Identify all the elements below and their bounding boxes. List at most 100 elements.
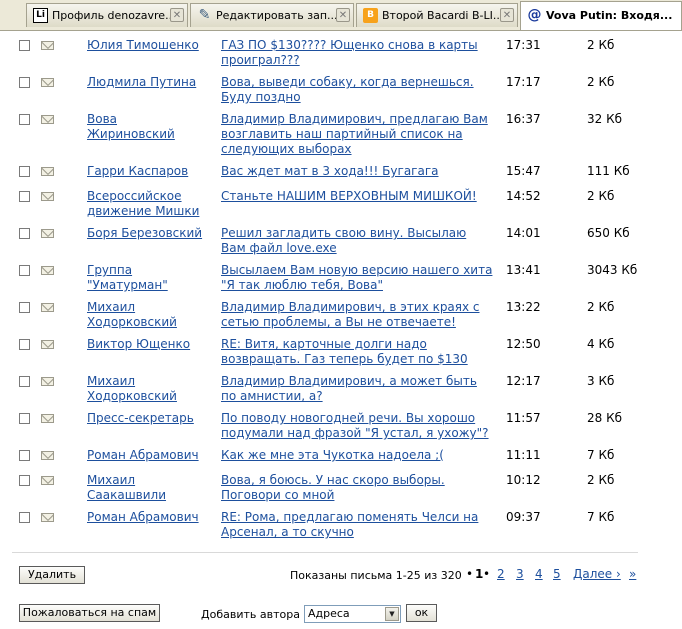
message-checkbox[interactable] (19, 376, 30, 387)
message-size: 28 Кб (587, 411, 623, 425)
envelope-icon (41, 266, 54, 275)
message-time: 14:01 (506, 226, 541, 240)
close-icon[interactable]: ✕ (336, 8, 350, 22)
tab-title: Vova Putin: Входя... (546, 9, 673, 22)
envelope-icon (41, 167, 54, 176)
message-size: 7 Кб (587, 448, 615, 462)
page-link-3[interactable]: 3 (516, 567, 524, 581)
at-icon: @ (527, 7, 542, 23)
next-page-link[interactable]: Далее › (573, 567, 621, 581)
message-size: 3043 Кб (587, 263, 638, 277)
message-sender[interactable]: Виктор Ющенко (87, 337, 205, 352)
message-checkbox[interactable] (19, 40, 30, 51)
message-sender[interactable]: Роман Абрамович (87, 448, 205, 463)
message-sender[interactable]: Группа "Уматурман" (87, 263, 205, 293)
message-sender[interactable]: Гарри Каспаров (87, 164, 205, 179)
message-sender[interactable]: Юлия Тимошенко (87, 38, 205, 53)
message-subject[interactable]: Станьте НАШИМ ВЕРХОВНЫМ МИШКОЙ! (221, 189, 493, 204)
message-checkbox[interactable] (19, 191, 30, 202)
message-subject[interactable]: Владимир Владимирович, предлагаю Вам воз… (221, 112, 493, 157)
message-sender[interactable]: Людмила Путина (87, 75, 205, 90)
message-sender[interactable]: Пресс-секретарь (87, 411, 205, 426)
pager-bullet: • (483, 567, 491, 581)
message-checkbox[interactable] (19, 228, 30, 239)
message-sender[interactable]: Боря Березовский (87, 226, 205, 241)
message-subject[interactable]: По поводу новогодней речи. Вы хорошо под… (221, 411, 493, 441)
close-icon[interactable]: ✕ (500, 8, 514, 22)
tab-profile[interactable]: Li Профиль denozavre... ✕ (26, 3, 188, 27)
message-size: 2 Кб (587, 75, 615, 89)
message-checkbox[interactable] (19, 114, 30, 125)
message-checkbox[interactable] (19, 339, 30, 350)
message-subject[interactable]: Вова, выведи собаку, когда вернешься. Бу… (221, 75, 493, 105)
message-time: 12:50 (506, 337, 541, 351)
message-sender[interactable]: Михаил Ходорковский (87, 374, 205, 404)
message-checkbox[interactable] (19, 77, 30, 88)
message-size: 7 Кб (587, 510, 615, 524)
page-link-2[interactable]: 2 (497, 567, 505, 581)
close-icon[interactable]: ✕ (170, 8, 184, 22)
message-checkbox[interactable] (19, 413, 30, 424)
message-time: 15:47 (506, 164, 541, 178)
report-spam-button[interactable]: Пожаловаться на спам (19, 604, 160, 622)
message-size: 111 Кб (587, 164, 630, 178)
pager-bullet: • (466, 567, 474, 581)
message-time: 13:22 (506, 300, 541, 314)
message-size: 650 Кб (587, 226, 630, 240)
message-subject[interactable]: Владимир Владимирович, в этих краях с се… (221, 300, 493, 330)
browser-tab-bar: Li Профиль denozavre... ✕ ✎ Редактироват… (0, 0, 682, 31)
message-size: 32 Кб (587, 112, 623, 126)
message-subject[interactable]: Вова, я боюсь. У нас скоро выборы. Погов… (221, 473, 493, 503)
message-checkbox[interactable] (19, 265, 30, 276)
envelope-icon (41, 303, 54, 312)
list-divider (12, 552, 638, 553)
last-page-link[interactable]: » (629, 567, 636, 581)
message-subject[interactable]: RE: Витя, карточные долги надо возвращат… (221, 337, 493, 367)
tab-bacardi[interactable]: B Второй Bacardi B-LI... ✕ (356, 3, 518, 27)
message-checkbox[interactable] (19, 512, 30, 523)
bacardi-icon: B (363, 8, 378, 23)
envelope-icon (41, 229, 54, 238)
message-size: 2 Кб (587, 189, 615, 203)
message-sender[interactable]: Вова Жириновский (87, 112, 205, 142)
message-time: 13:41 (506, 263, 541, 277)
message-subject[interactable]: Решил загладить свою вину. Высылаю Вам ф… (221, 226, 493, 256)
message-sender[interactable]: Михаил Ходорковский (87, 300, 205, 330)
message-sender[interactable]: Михаил Саакашвили (87, 473, 205, 503)
page-link-5[interactable]: 5 (553, 567, 561, 581)
message-subject[interactable]: Владимир Владимирович, а может быть по а… (221, 374, 493, 404)
message-subject[interactable]: Как же мне эта Чукотка надоела ;( (221, 448, 493, 463)
message-time: 11:57 (506, 411, 541, 425)
message-checkbox[interactable] (19, 450, 30, 461)
message-size: 3 Кб (587, 374, 615, 388)
message-sender[interactable]: Всероссийское движение Мишки (87, 189, 205, 219)
message-checkbox[interactable] (19, 302, 30, 313)
message-checkbox[interactable] (19, 166, 30, 177)
tab-inbox[interactable]: @ Vova Putin: Входя... (520, 1, 682, 30)
folder-select[interactable]: Адреса ▼ (304, 605, 401, 623)
message-size: 4 Кб (587, 337, 615, 351)
message-subject[interactable]: ГАЗ ПО $130???? Ющенко снова в карты про… (221, 38, 493, 68)
message-size: 2 Кб (587, 473, 615, 487)
tab-edit[interactable]: ✎ Редактировать зап... ✕ (190, 3, 354, 27)
envelope-icon (41, 115, 54, 124)
message-subject[interactable]: Вас ждет мат в 3 хода!!! Бугагага (221, 164, 493, 179)
ok-button[interactable]: ок (406, 604, 437, 622)
page-link-4[interactable]: 4 (535, 567, 543, 581)
message-subject[interactable]: RE: Рома, предлагаю поменять Челси на Ар… (221, 510, 493, 540)
message-time: 16:37 (506, 112, 541, 126)
li-icon: Li (33, 8, 48, 23)
tab-title: Профиль denozavre... (52, 9, 176, 22)
envelope-icon (41, 192, 54, 201)
message-subject[interactable]: Высылаем Вам новую версию нашего хита "Я… (221, 263, 493, 293)
message-time: 12:17 (506, 374, 541, 388)
envelope-icon (41, 414, 54, 423)
tab-title: Второй Bacardi B-LI... (382, 9, 504, 22)
envelope-icon (41, 476, 54, 485)
message-sender[interactable]: Роман Абрамович (87, 510, 205, 525)
message-checkbox[interactable] (19, 475, 30, 486)
messages-shown-text: Показаны письма 1-25 из 320 (290, 569, 462, 582)
envelope-icon (41, 340, 54, 349)
delete-button[interactable]: Удалить (19, 566, 85, 584)
chevron-down-icon[interactable]: ▼ (385, 607, 399, 621)
